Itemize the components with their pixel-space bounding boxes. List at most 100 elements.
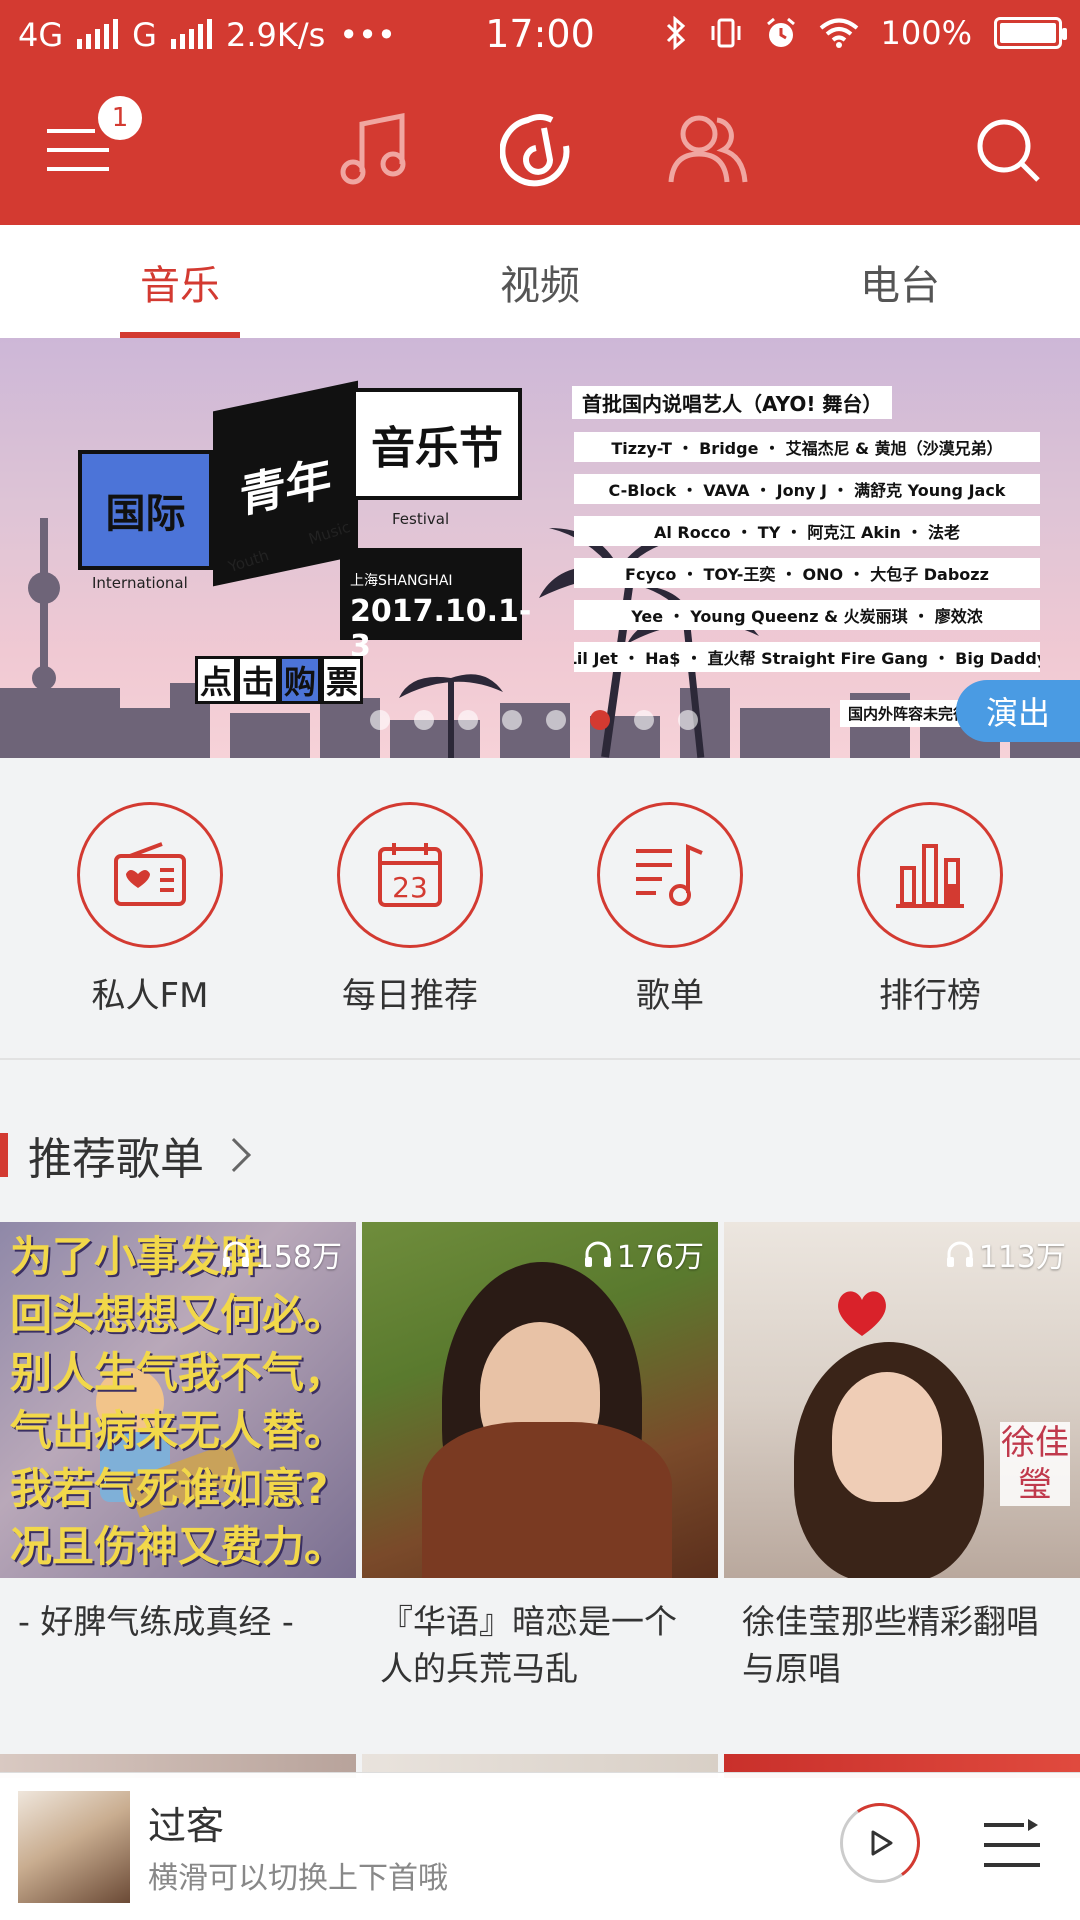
entry-icon-circle — [597, 802, 743, 948]
cover-text-line: 别人生气我不气， — [10, 1348, 347, 1397]
play-button[interactable] — [840, 1803, 920, 1883]
lineup-row: Yee ・ Young Queenz & 火炭丽琪 ・ 廖效浓 — [574, 600, 1040, 630]
playlist-cover: 为了小事发脾 回头想想又何必。 别人生气我不气， 气出病来无人替。 我若气死谁如… — [0, 1222, 356, 1578]
radio-icon — [114, 842, 186, 906]
music-note-icon — [340, 112, 406, 185]
ticket-char: 票 — [321, 656, 363, 704]
app-bar: 1 — [0, 72, 1080, 225]
entry-icon-circle: 23 — [337, 802, 483, 948]
entry-icon-circle — [857, 802, 1003, 948]
carousel-dot-active — [590, 710, 610, 730]
banner-type-tag: 演出 — [956, 680, 1080, 742]
festival-sub-international: International — [92, 574, 188, 592]
cover-text-block: 为了小事发脾 回头想想又何必。 别人生气我不气， 气出病来无人替。 我若气死谁如… — [10, 1228, 346, 1576]
vibrate-icon — [711, 18, 741, 48]
playlist-card[interactable]: 176万 『华语』暗恋是一个人的兵荒马乱 — [362, 1222, 718, 1692]
playlist-grid: 为了小事发脾 回头想想又何必。 别人生气我不气， 气出病来无人替。 我若气死谁如… — [0, 1222, 1080, 1692]
cover-text-line: 我若气死谁如意? — [10, 1464, 329, 1513]
battery-icon — [994, 17, 1067, 49]
entry-label: 歌单 — [636, 976, 704, 1016]
headphone-icon — [584, 1241, 611, 1267]
chevron-right-icon — [217, 1138, 251, 1172]
entry-personal-fm[interactable]: 私人FM — [45, 758, 255, 1058]
play-count: 113万 — [945, 1232, 1066, 1276]
bluetooth-icon — [666, 16, 685, 50]
entry-label: 排行榜 — [879, 976, 981, 1016]
notification-badge: 1 — [98, 96, 142, 140]
heart-icon — [838, 1291, 886, 1336]
portrait-sweater — [422, 1422, 672, 1578]
lineup-row: Fcyco ・ TOY-王奕 ・ ONO ・ 大包子 Dabozz — [574, 558, 1040, 588]
wifi-icon — [819, 18, 858, 48]
carousel-dot — [678, 710, 698, 730]
entry-daily-recommend[interactable]: 23 每日推荐 — [305, 758, 515, 1058]
status-bar: 4G G 2.9K/s ••• 17:00 100% — [0, 0, 1080, 72]
cover-side-text: 徐佳瑩 — [1000, 1422, 1070, 1506]
play-count-value: 158万 — [254, 1240, 342, 1275]
playlist-name: 『华语』暗恋是一个人的兵荒马乱 — [380, 1602, 677, 1688]
entry-label: 私人FM — [91, 976, 209, 1016]
lineup-row: Tizzy-T ・ Bridge ・ 艾福杰尼 & 黄旭（沙漠兄弟） — [574, 432, 1040, 462]
song-title: 过客 — [148, 1804, 225, 1848]
battery-percent: 100% — [880, 14, 972, 52]
cover-text-line: 气出病来无人替。 — [10, 1406, 347, 1455]
festival-city: 上海 — [350, 573, 378, 589]
tab-video[interactable]: 视频 — [360, 225, 720, 338]
chart-bars-icon — [896, 844, 964, 908]
playlist-card[interactable]: 徐佳瑩 113万 徐佳莹那些精彩翻唱与原唱 — [724, 1222, 1080, 1692]
headphone-icon — [946, 1241, 973, 1267]
festival-word-international: 国际 — [78, 450, 213, 570]
headphone-icon — [222, 1241, 249, 1267]
buy-ticket-button[interactable]: 点 击 购 票 — [195, 656, 363, 704]
carousel-dot — [414, 710, 434, 730]
tab-bar: 音乐 视频 电台 — [0, 225, 1080, 338]
lineup-row: C-Block ・ VAVA ・ Jony J ・ 满舒克 Young Jack — [574, 474, 1040, 504]
carousel-dot — [502, 710, 522, 730]
banner-carousel[interactable]: 国际 青年 音乐节 International Youth Music Fest… — [0, 338, 1080, 758]
playlist-card[interactable]: 为了小事发脾 回头想想又何必。 别人生气我不气， 气出病来无人替。 我若气死谁如… — [0, 1222, 356, 1692]
lineup-row: Al Rocco ・ TY ・ 阿克江 Akin ・ 法老 — [574, 516, 1040, 546]
search-icon — [977, 119, 1040, 182]
friends-icon — [668, 115, 748, 183]
search-button[interactable] — [960, 102, 1056, 198]
festival-word-music-festival: 音乐节 — [352, 388, 522, 500]
alarm-icon — [766, 17, 795, 47]
tab-radio[interactable]: 电台 — [720, 225, 1080, 338]
entry-charts[interactable]: 排行榜 — [825, 758, 1035, 1058]
quick-entries: 私人FM 23 每日推荐 歌单 排行榜 — [0, 758, 1080, 1060]
calendar-day: 23 — [392, 871, 428, 904]
playlist-name: 徐佳莹那些精彩翻唱与原唱 — [742, 1602, 1039, 1688]
ticket-char: 点 — [195, 656, 237, 704]
carousel-dot — [634, 710, 654, 730]
playlist-cover: 徐佳瑩 113万 — [724, 1222, 1080, 1578]
playlist-icon — [636, 843, 703, 906]
netease-logo-icon — [500, 114, 570, 187]
playlist-queue-button[interactable] — [980, 1813, 1044, 1877]
friends-button[interactable] — [660, 102, 756, 198]
swipe-hint: 横滑可以切换上下首哦 — [148, 1861, 448, 1896]
section-accent-bar — [0, 1133, 8, 1177]
recommended-playlists-header[interactable]: 推荐歌单 — [0, 1120, 251, 1190]
carousel-dot — [458, 710, 478, 730]
carousel-dot — [546, 710, 566, 730]
queue-list-icon — [984, 1819, 1040, 1867]
portrait-face — [832, 1372, 942, 1502]
entry-icon-circle — [77, 802, 223, 948]
festival-date: 2017.10.1-3 — [350, 594, 532, 664]
carousel-dot — [370, 710, 390, 730]
ticket-char: 购 — [279, 656, 321, 704]
ticket-char: 击 — [237, 656, 279, 704]
play-count-value: 113万 — [978, 1240, 1066, 1275]
entry-label: 每日推荐 — [342, 976, 478, 1016]
mini-player[interactable]: 过客 横滑可以切换上下首哦 — [0, 1772, 1080, 1920]
entry-playlists[interactable]: 歌单 — [565, 758, 775, 1058]
festival-sub-festival: Festival — [392, 510, 450, 528]
festival-city-date: 上海SHANGHAI 2017.10.1-3 — [340, 548, 531, 664]
discover-button[interactable] — [492, 102, 588, 198]
tab-music[interactable]: 音乐 — [0, 225, 360, 338]
album-thumbnail — [18, 1791, 130, 1903]
carousel-dots — [370, 710, 698, 730]
lineup-title: 首批国内说唱艺人（AYO! 舞台） — [572, 386, 893, 419]
my-music-button[interactable] — [326, 102, 422, 198]
status-right: 100% — [665, 14, 1067, 52]
